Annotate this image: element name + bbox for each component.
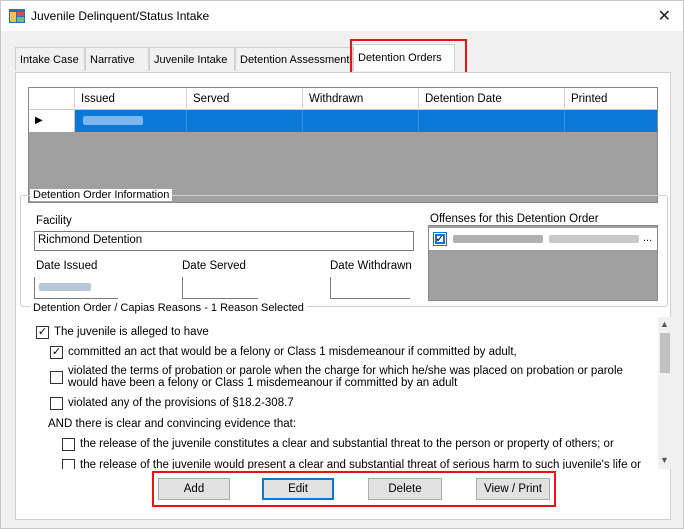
date-served-field[interactable] [182,277,258,299]
app-icon [9,9,25,23]
offenses-list[interactable]: ✓ ... [428,225,658,301]
column-printed[interactable]: Printed [565,88,657,110]
reason-checkbox-threat-others[interactable] [62,438,75,451]
date-withdrawn-field[interactable] [330,277,410,299]
tab-intake-case[interactable]: Intake Case [15,47,85,71]
redacted-offense [549,235,639,243]
reasons-list: ✓ The juvenile is alleged to have ✓ comm… [34,309,660,469]
offenses-label: Offenses for this Detention Order [430,213,599,225]
facility-value: Richmond Detention [38,234,143,246]
reason-heading: AND there is clear and convincing eviden… [48,418,297,430]
redacted-date [39,283,91,291]
cell-printed [565,110,657,132]
reason-text: The juvenile is alleged to have [54,326,209,338]
reason-checkbox-felony[interactable]: ✓ [50,346,63,359]
row-selector[interactable]: ▶ [29,110,75,132]
reason-text: violated any of the provisions of §18.2-… [68,397,294,409]
detention-orders-panel: Issued Served Withdrawn Detention Date P… [15,72,672,520]
tab-juvenile-intake[interactable]: Juvenile Intake [149,47,235,71]
grid-corner [29,88,75,110]
cell-served [187,110,303,132]
column-served[interactable]: Served [187,88,303,110]
intake-window: Juvenile Delinquent/Status Intake ✕ Inta… [0,0,684,529]
scroll-down-icon[interactable]: ▼ [660,455,669,465]
reason-checkbox-alleged[interactable]: ✓ [36,326,49,339]
orders-grid: Issued Served Withdrawn Detention Date P… [28,87,658,203]
row-pointer-icon: ▶ [35,115,43,126]
cell-detention-date [419,110,565,132]
column-issued[interactable]: Issued [75,88,187,110]
reasons-scrollbar[interactable]: ▲ ▼ [658,317,672,469]
cell-issued [75,110,187,132]
redacted-date [83,116,143,125]
offense-ellipsis: ... [643,232,653,244]
column-detention-date[interactable]: Detention Date [419,88,565,110]
tab-narrative[interactable]: Narrative [85,47,149,71]
reason-text: violated the terms of probation or parol… [68,365,623,389]
reason-checkbox-provisions[interactable] [50,397,63,410]
title-bar: Juvenile Delinquent/Status Intake ✕ [1,1,683,31]
list-item[interactable]: ✓ ... [429,228,657,250]
table-row[interactable] [29,110,657,132]
grid-header: Issued Served Withdrawn Detention Date P… [29,88,657,110]
scroll-thumb[interactable] [660,333,670,373]
reason-text: committed an act that would be a felony … [68,346,517,358]
date-withdrawn-label: Date Withdrawn [330,260,412,272]
facility-label: Facility [36,215,72,227]
reason-text: the release of the juvenile constitutes … [80,438,614,450]
reason-checkbox-threat-self[interactable] [62,459,75,469]
redacted-offense [453,235,543,243]
scroll-up-icon[interactable]: ▲ [660,319,669,329]
column-withdrawn[interactable]: Withdrawn [303,88,419,110]
date-served-label: Date Served [182,260,246,272]
detention-info-legend: Detention Order Information [30,189,173,201]
window-title: Juvenile Delinquent/Status Intake [31,9,210,23]
date-issued-label: Date Issued [36,260,98,272]
offense-checkbox[interactable]: ✓ [433,232,447,246]
date-issued-field[interactable] [34,277,118,299]
cell-withdrawn [303,110,419,132]
reason-checkbox-probation[interactable] [50,371,63,384]
reason-text: the release of the juvenile would presen… [80,459,641,469]
facility-field[interactable]: Richmond Detention [34,231,414,251]
tab-detention-assessment[interactable]: Detention Assessment [235,47,353,71]
close-icon[interactable]: ✕ [658,6,671,26]
buttons-highlight-box [152,471,556,507]
